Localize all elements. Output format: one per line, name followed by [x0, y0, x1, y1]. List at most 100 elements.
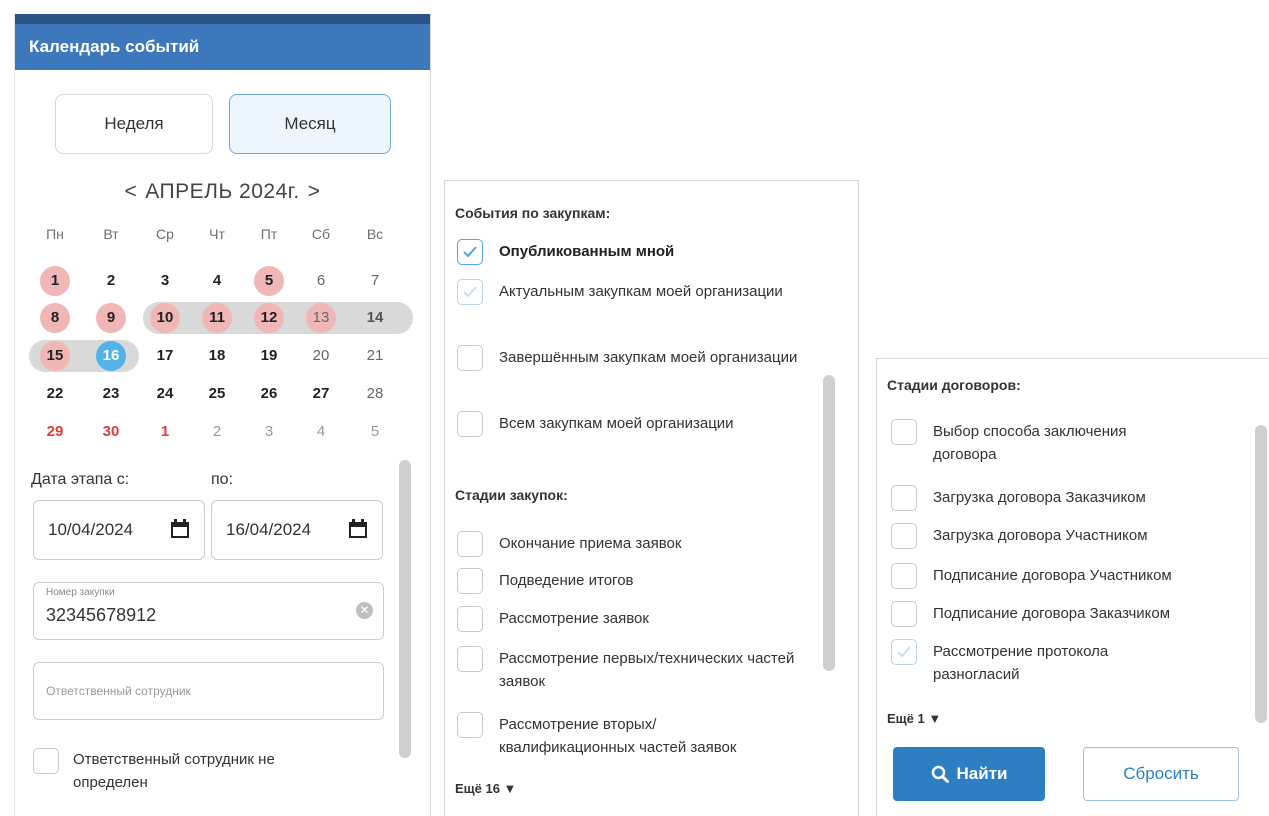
- calendar-day[interactable]: 21: [360, 341, 390, 371]
- show-more-link[interactable]: Ещё 16 ▼: [455, 781, 516, 796]
- calendar-day[interactable]: 4: [306, 417, 336, 447]
- stage-label: Окончание приема заявок: [499, 535, 682, 552]
- event-label: Всем закупкам моей организации: [499, 415, 734, 432]
- calendar-day[interactable]: 17: [150, 341, 180, 371]
- calendar-day[interactable]: 2: [96, 266, 126, 296]
- stage-checkbox[interactable]: [457, 712, 483, 738]
- contract-stage-checkbox[interactable]: [891, 601, 917, 627]
- responsible-placeholder: Ответственный сотрудник: [46, 684, 191, 698]
- calendar-day[interactable]: 15: [40, 341, 70, 371]
- calendar-day[interactable]: 14: [360, 303, 390, 333]
- responsible-undefined-label: Ответственный сотрудник не определен: [73, 751, 275, 791]
- weekday-wed: Ср: [156, 226, 174, 242]
- responsible-employee-field[interactable]: Ответственный сотрудник: [33, 662, 384, 720]
- weekday-header: Пн Вт Ср Чт Пт Сб Вс: [35, 226, 415, 248]
- clear-icon[interactable]: ✕: [356, 602, 373, 619]
- weekday-sat: Сб: [311, 226, 331, 242]
- stage-checkbox[interactable]: [457, 606, 483, 632]
- date-from-value: 10/04/2024: [48, 520, 134, 539]
- search-icon: [931, 765, 949, 783]
- calendar-day[interactable]: 1: [150, 417, 180, 447]
- calendar-day[interactable]: 26: [254, 379, 284, 409]
- prev-month-button[interactable]: <: [117, 180, 146, 204]
- calendar-icon[interactable]: [348, 519, 368, 539]
- contract-stage-label: Выбор способа заключения договора: [933, 423, 1127, 463]
- calendar-day[interactable]: 19: [254, 341, 284, 371]
- stage-checkbox[interactable]: [457, 646, 483, 672]
- next-month-button[interactable]: >: [300, 180, 329, 204]
- stage-label: Подведение итогов: [499, 572, 634, 589]
- show-more-link[interactable]: Ещё 1 ▼: [887, 711, 941, 726]
- date-from-label: Дата этапа с:: [31, 471, 130, 488]
- calendar-day[interactable]: 4: [202, 266, 232, 296]
- calendar-panel: Календарь событий Неделя Месяц < АПРЕЛЬ 2…: [14, 14, 431, 816]
- calendar-day[interactable]: 22: [40, 379, 70, 409]
- contract-stage-label: Подписание договора Заказчиком: [933, 605, 1171, 622]
- contract-stages-title: Стадии договоров:: [887, 377, 1021, 393]
- calendar-day[interactable]: 8: [40, 303, 70, 333]
- check-icon: [463, 246, 477, 258]
- date-from-input[interactable]: 10/04/2024: [33, 500, 205, 560]
- calendar-day[interactable]: 13: [306, 303, 336, 333]
- contract-stage-label: Загрузка договора Участником: [933, 527, 1148, 544]
- weekday-thu: Чт: [209, 226, 225, 242]
- stage-checkbox[interactable]: [457, 531, 483, 557]
- contract-stage-checkbox[interactable]: [891, 419, 917, 445]
- event-checkbox-actual-purchases[interactable]: [457, 279, 483, 305]
- calendar-day[interactable]: 5: [360, 417, 390, 447]
- reset-button[interactable]: Сбросить: [1083, 747, 1239, 801]
- calendar-day[interactable]: 5: [254, 266, 284, 296]
- contract-stage-checkbox[interactable]: [891, 523, 917, 549]
- contract-stage-checkbox[interactable]: [891, 639, 917, 665]
- calendar-day[interactable]: 2: [202, 417, 232, 447]
- calendar-icon[interactable]: [170, 519, 190, 539]
- contract-stage-checkbox[interactable]: [891, 563, 917, 589]
- calendar-day[interactable]: 27: [306, 379, 336, 409]
- date-to-label: по:: [211, 471, 234, 488]
- panel-title: Календарь событий: [15, 24, 430, 70]
- weekday-tue: Вт: [103, 226, 119, 242]
- calendar-day[interactable]: 12: [254, 303, 284, 333]
- responsible-undefined-checkbox[interactable]: [33, 748, 59, 774]
- weekday-mon: Пн: [46, 226, 64, 242]
- calendar-day[interactable]: 18: [202, 341, 232, 371]
- check-icon: [897, 646, 911, 658]
- stage-label: Рассмотрение вторых/ квалификационных ча…: [499, 716, 737, 756]
- calendar-day[interactable]: 6: [306, 266, 336, 296]
- calendar-day[interactable]: 7: [360, 266, 390, 296]
- calendar-day[interactable]: 20: [306, 341, 336, 371]
- calendar-day[interactable]: 10: [150, 303, 180, 333]
- calendar-day[interactable]: 23: [96, 379, 126, 409]
- stage-checkbox[interactable]: [457, 568, 483, 594]
- contract-stage-label: Загрузка договора Заказчиком: [933, 489, 1146, 506]
- event-checkbox-all-purchases[interactable]: [457, 411, 483, 437]
- stage-label: Рассмотрение первых/технических частей з…: [499, 650, 795, 690]
- calendar-day[interactable]: 29: [40, 417, 70, 447]
- contract-stage-checkbox[interactable]: [891, 485, 917, 511]
- calendar-day[interactable]: 11: [202, 303, 232, 333]
- scrollbar[interactable]: [1255, 425, 1267, 723]
- calendar-day-today[interactable]: 16: [96, 341, 126, 371]
- events-section-title: События по закупкам:: [455, 205, 611, 221]
- find-button[interactable]: Найти: [893, 747, 1045, 801]
- calendar-day[interactable]: 28: [360, 379, 390, 409]
- scrollbar[interactable]: [399, 460, 411, 758]
- event-checkbox-published-by-me[interactable]: [457, 239, 483, 265]
- scrollbar[interactable]: [823, 375, 835, 671]
- week-view-button[interactable]: Неделя: [55, 94, 213, 154]
- calendar-day[interactable]: 3: [150, 266, 180, 296]
- calendar-day[interactable]: 25: [202, 379, 232, 409]
- event-label: Завершённым закупкам моей организации: [499, 349, 798, 366]
- date-to-input[interactable]: 16/04/2024: [211, 500, 383, 560]
- purchase-number-field[interactable]: Номер закупки 32345678912 ✕: [33, 582, 384, 640]
- stages-section-title: Стадии закупок:: [455, 487, 568, 503]
- calendar-day[interactable]: 3: [254, 417, 284, 447]
- month-view-button[interactable]: Месяц: [229, 94, 391, 154]
- event-checkbox-completed-purchases[interactable]: [457, 345, 483, 371]
- calendar-day[interactable]: 30: [96, 417, 126, 447]
- contract-stage-label: Подписание договора Участником: [933, 567, 1172, 584]
- calendar-day[interactable]: 24: [150, 379, 180, 409]
- calendar-day[interactable]: 1: [40, 266, 70, 296]
- purchase-filter-panel: События по закупкам: Опубликованным мной…: [444, 180, 859, 816]
- calendar-day[interactable]: 9: [96, 303, 126, 333]
